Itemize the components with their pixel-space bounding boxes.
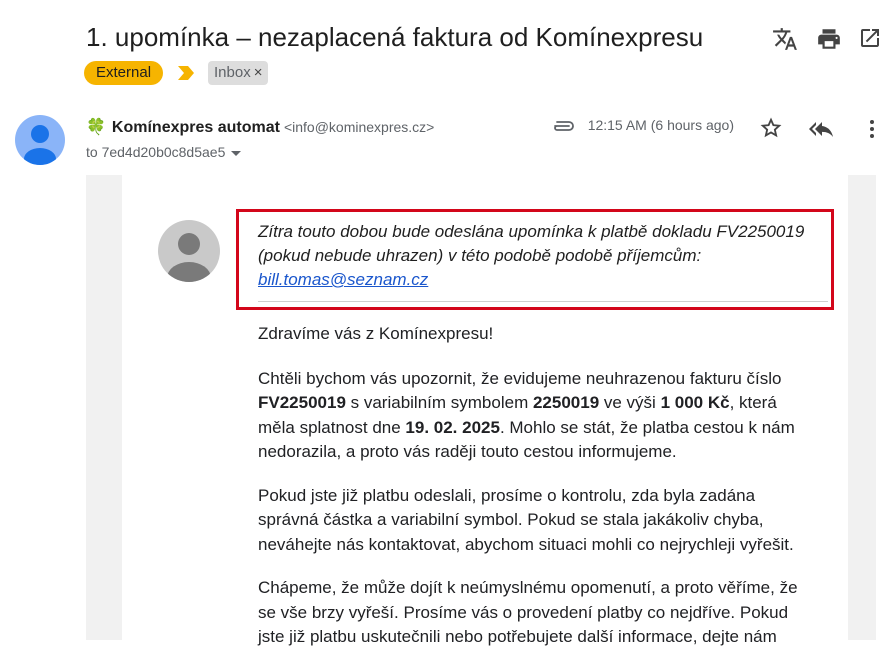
email-subject: 1. upomínka – nezaplacená faktura od Kom… bbox=[86, 22, 704, 52]
inbox-label: Inbox × bbox=[208, 61, 269, 85]
star-icon[interactable] bbox=[760, 117, 784, 141]
due-date: 19. 02. 2025 bbox=[405, 417, 500, 437]
variable-symbol: 2250019 bbox=[532, 393, 600, 412]
recipient-text: to 7ed4d20b0c8d5ae5 bbox=[86, 144, 226, 160]
open-in-new-window-icon[interactable] bbox=[858, 26, 884, 52]
recipient-email-link[interactable]: bill.tomas@seznam.cz bbox=[258, 270, 428, 289]
more-vertical-icon[interactable] bbox=[860, 117, 884, 141]
recipient-line: to 7ed4d20b0c8d5ae5 bbox=[86, 144, 242, 160]
importance-marker-icon[interactable] bbox=[178, 66, 194, 80]
inbox-label-text: Inbox bbox=[214, 64, 251, 81]
invoice-amount: 1 000 Kč bbox=[660, 393, 730, 412]
divider bbox=[258, 301, 828, 302]
sender-line: 🍀 Komínexpres automat <info@kominexpres.cz… bbox=[86, 117, 434, 137]
sender-name[interactable]: Komínexpres automat bbox=[112, 119, 280, 136]
received-time: 12:15 AM (6 hours ago) bbox=[587, 117, 734, 133]
warning-line-2: (pokud nebude uhrazen) v této podobě pod… bbox=[258, 246, 702, 265]
p1-text-c: ve výši bbox=[599, 393, 661, 412]
default-avatar-icon bbox=[158, 220, 220, 282]
translate-icon[interactable] bbox=[772, 26, 798, 52]
external-label: External bbox=[84, 61, 164, 85]
p1-text-b: s variabilním symbolem bbox=[345, 393, 533, 412]
paragraph-check-payment: Pokud jste již platbu odeslali, prosíme … bbox=[258, 485, 794, 554]
message-content: Zdravíme vás z Komínexpresu! Chtěli bych… bbox=[258, 322, 818, 669]
print-icon[interactable] bbox=[816, 26, 842, 52]
attachment-icon bbox=[551, 119, 575, 133]
show-details-chevron-icon[interactable] bbox=[231, 150, 242, 156]
p1-text-a: Chtěli bychom vás upozornit, že evidujem… bbox=[258, 368, 782, 388]
clover-icon: 🍀 bbox=[86, 119, 106, 136]
sender-email: <info@kominexpres.cz> bbox=[283, 119, 435, 135]
warning-line-1: Zítra touto dobou bude odeslána upomínka… bbox=[258, 222, 805, 241]
reply-all-icon[interactable] bbox=[809, 117, 833, 141]
paragraph-invoice: Chtěli bychom vás upozornit, že evidujem… bbox=[258, 367, 818, 465]
sender-avatar[interactable] bbox=[15, 115, 65, 165]
greeting: Zdravíme vás z Komínexpresu! bbox=[258, 324, 494, 343]
warning-text: Zítra touto dobou bude odeslána upomínka… bbox=[258, 220, 828, 292]
invoice-number: FV2250019 bbox=[258, 393, 346, 412]
remove-label-icon[interactable]: × bbox=[254, 64, 263, 81]
paragraph-request-payment: Chápeme, že může dojít k neúmyslnému opo… bbox=[258, 578, 798, 646]
header-toolbar bbox=[760, 26, 890, 54]
